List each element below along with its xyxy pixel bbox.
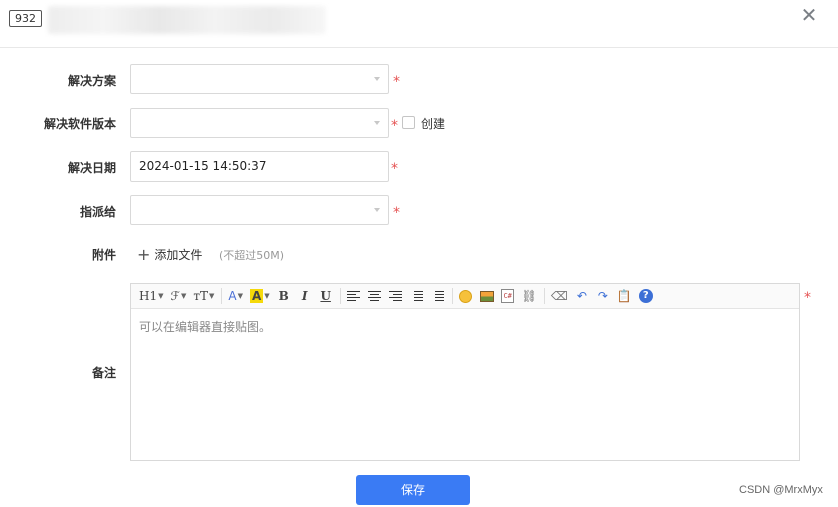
attachment-label: 附件 [91, 248, 116, 262]
undo-icon[interactable]: ↶ [573, 287, 591, 305]
assign-to-label: 指派给 [79, 205, 116, 219]
editor-toolbar: H1 ▼ ℱ ▼ тT ▼ A ▼ A ▼ B I U C# ⛓ ⌫ ↶ ↷ 📋 ? [131, 284, 799, 309]
create-version-label[interactable]: 创建 [421, 115, 445, 132]
help-icon[interactable]: ? [637, 287, 655, 305]
underline-button[interactable]: U [317, 287, 335, 305]
chevron-down-icon [374, 121, 380, 125]
align-right-icon[interactable] [387, 287, 405, 305]
save-button[interactable]: 保存 [356, 475, 470, 505]
editor-placeholder: 可以在编辑器直接贴图。 [139, 320, 272, 334]
blurred-title [48, 6, 326, 34]
code-icon[interactable]: C# [499, 287, 517, 305]
create-version-checkbox[interactable] [402, 116, 415, 129]
required-mark: * [391, 161, 398, 177]
italic-button[interactable]: I [296, 287, 314, 305]
align-center-icon[interactable] [366, 287, 384, 305]
font-color-button[interactable]: A ▼ [226, 287, 245, 305]
font-family-button[interactable]: ℱ ▼ [169, 287, 189, 305]
ordered-list-icon[interactable] [408, 287, 426, 305]
emoji-icon[interactable] [457, 287, 475, 305]
dialog-header: 932 ✕ [0, 0, 838, 48]
add-file-label: 添加文件 [154, 248, 203, 262]
bullet-list-icon[interactable] [429, 287, 447, 305]
font-size-button[interactable]: тT ▼ [191, 287, 216, 305]
chevron-down-icon [374, 208, 380, 212]
resolve-date-label: 解决日期 [67, 161, 116, 175]
image-icon[interactable] [478, 287, 496, 305]
redo-icon[interactable]: ↷ [594, 287, 612, 305]
version-select[interactable] [130, 108, 389, 138]
paste-icon[interactable]: 📋 [615, 287, 634, 305]
file-size-hint: (不超过50M) [219, 249, 285, 262]
solution-select[interactable] [130, 64, 389, 94]
close-button[interactable]: ✕ [798, 4, 820, 26]
required-mark: * [393, 74, 400, 90]
resolve-date-input[interactable]: 2024-01-15 14:50:37 [130, 151, 389, 182]
add-file-button[interactable]: + 添加文件 [137, 246, 202, 263]
toolbar-divider [451, 288, 453, 304]
version-label: 解决软件版本 [43, 117, 116, 131]
assign-to-select[interactable] [130, 195, 389, 225]
toolbar-divider [543, 288, 545, 304]
highlight-button[interactable]: A ▼ [248, 287, 272, 305]
required-mark: * [393, 205, 400, 221]
required-mark: * [391, 118, 398, 134]
bold-button[interactable]: B [275, 287, 293, 305]
toolbar-divider [339, 288, 341, 304]
notes-label: 备注 [91, 366, 116, 380]
align-left-icon[interactable] [345, 287, 363, 305]
solution-label: 解决方案 [67, 74, 116, 88]
plus-icon: + [137, 244, 151, 264]
toolbar-divider [221, 288, 223, 304]
link-icon[interactable]: ⛓ [520, 287, 539, 305]
required-mark: * [804, 290, 811, 306]
rich-text-editor[interactable]: H1 ▼ ℱ ▼ тT ▼ A ▼ A ▼ B I U C# ⛓ ⌫ ↶ ↷ 📋 ? 可以… [130, 283, 800, 461]
watermark: CSDN @MrxMyx [739, 484, 823, 496]
chevron-down-icon [374, 77, 380, 81]
id-badge: 932 [9, 10, 42, 27]
eraser-icon[interactable]: ⌫ [549, 287, 570, 305]
heading-button[interactable]: H1 ▼ [137, 287, 166, 305]
